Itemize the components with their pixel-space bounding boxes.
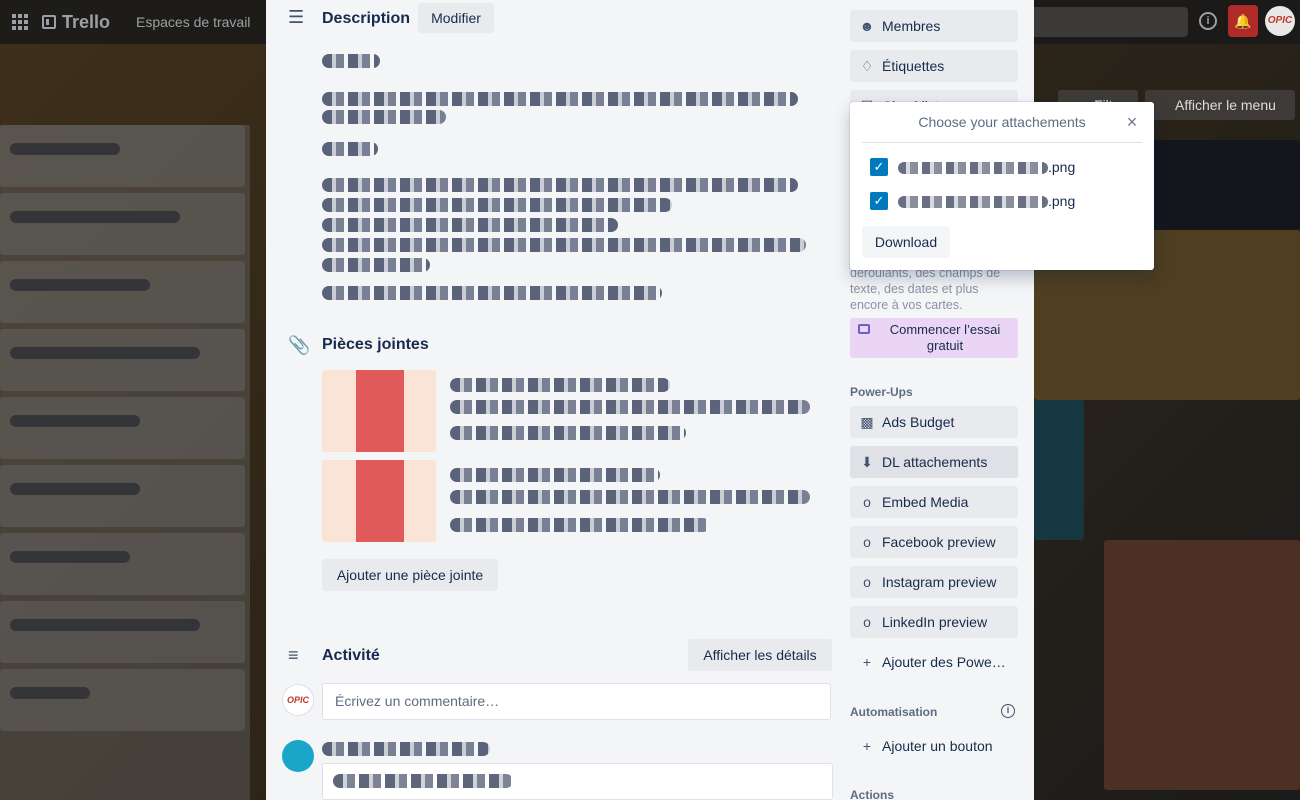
trello-board-icon (42, 15, 56, 29)
redacted-filename (898, 196, 1048, 209)
notification-bell-icon[interactable]: 🔔 (1228, 5, 1258, 37)
info-icon[interactable]: i (1001, 704, 1015, 718)
powerup-embed-media[interactable]: о Embed Media (850, 486, 1018, 518)
redacted-filename (898, 162, 1048, 175)
powerup-icon: о (863, 534, 871, 550)
comment-body (322, 763, 833, 800)
labels-button[interactable]: ♢ Étiquettes (850, 50, 1018, 82)
promo-text: déroulants, des champs de texte, des dat… (850, 266, 1001, 312)
comment-input[interactable]: Écrivez un commentaire… (322, 683, 831, 720)
paperclip-icon: 📎 (288, 335, 311, 355)
trello-logo[interactable]: Trello (42, 12, 110, 33)
add-button-label: Ajouter un bouton (882, 738, 993, 754)
ads-icon: ▩ (860, 414, 874, 430)
comment-author (322, 742, 490, 756)
apps-grid-icon[interactable] (12, 14, 28, 30)
attachment-thumbnail[interactable] (322, 460, 436, 542)
powerup-icon: о (863, 494, 871, 510)
members-label: Membres (882, 18, 941, 34)
tag-icon: ♢ (860, 58, 874, 74)
powerups-heading: Power-Ups (850, 385, 913, 399)
show-menu-button[interactable]: Afficher le menu (1145, 90, 1295, 120)
workspaces-menu[interactable]: Espaces de travail (136, 14, 250, 30)
powerup-dl-attachements[interactable]: ⬇ DL attachements (850, 446, 1018, 478)
popover-title: Choose your attachements (918, 114, 1086, 130)
powerup-icon: о (863, 574, 871, 590)
trial-label: Commencer l’essai gratuit (889, 322, 1001, 353)
info-icon[interactable]: i (1199, 12, 1217, 30)
powerup-label: DL attachements (882, 454, 988, 470)
search-input[interactable] (1030, 7, 1188, 37)
edit-description-button[interactable]: Modifier (418, 3, 494, 33)
attachments-title: Pièces jointes (322, 336, 429, 353)
description-icon: ☰ (288, 7, 305, 27)
avatar[interactable] (282, 740, 314, 772)
attachment-checkbox[interactable]: ✓ (870, 192, 888, 210)
powerup-linkedin-preview[interactable]: о LinkedIn preview (850, 606, 1018, 638)
powerup-label: LinkedIn preview (882, 614, 988, 630)
app-name: Trello (62, 11, 111, 32)
plus-icon: + (862, 654, 872, 670)
powerup-label: Ads Budget (882, 414, 955, 430)
add-powerups-button[interactable]: + Ajouter des Powe… (850, 646, 1018, 678)
powerup-instagram-preview[interactable]: о Instagram preview (850, 566, 1018, 598)
close-icon[interactable]: × (1122, 112, 1142, 132)
choose-attachments-popover: Choose your attachements × ✓ .png ✓ .png… (850, 102, 1154, 270)
add-attachment-button[interactable]: Ajouter une pièce jointe (322, 559, 498, 591)
attachment-checkbox[interactable]: ✓ (870, 158, 888, 176)
attachment-thumbnail[interactable] (322, 370, 436, 452)
activity-list-icon: ≡ (288, 645, 299, 665)
divider (862, 142, 1142, 143)
actions-heading: Actions (850, 788, 895, 800)
show-details-button[interactable]: Afficher les détails (688, 639, 832, 671)
labels-label: Étiquettes (882, 58, 945, 74)
automation-heading: Automatisation (850, 705, 938, 719)
start-trial-button[interactable]: Commencer l’essai gratuit (850, 318, 1018, 358)
powerup-ads-budget[interactable]: ▩ Ads Budget (850, 406, 1018, 438)
plus-icon: + (862, 738, 872, 754)
avatar[interactable]: OPIC (282, 684, 314, 716)
powerup-label: Facebook preview (882, 534, 996, 550)
description-title: Description (322, 10, 411, 27)
download-button[interactable]: Download (862, 226, 950, 258)
powerup-label: Instagram preview (882, 574, 997, 590)
powerup-icon: о (863, 614, 871, 630)
briefcase-icon (858, 324, 870, 334)
attachment-filename: .png (898, 159, 1075, 175)
activity-title: Activité (322, 647, 380, 664)
person-icon: ☻ (859, 18, 875, 34)
add-powerups-label: Ajouter des Powe… (882, 654, 1006, 670)
download-icon: ⬇ (861, 454, 873, 470)
add-button-button[interactable]: + Ajouter un bouton (850, 730, 1018, 762)
powerup-label: Embed Media (882, 494, 969, 510)
attachment-filename: .png (898, 193, 1075, 209)
members-button[interactable]: ☻ Membres (850, 10, 1018, 42)
avatar[interactable]: OPIC (1265, 6, 1295, 36)
powerup-facebook-preview[interactable]: о Facebook preview (850, 526, 1018, 558)
